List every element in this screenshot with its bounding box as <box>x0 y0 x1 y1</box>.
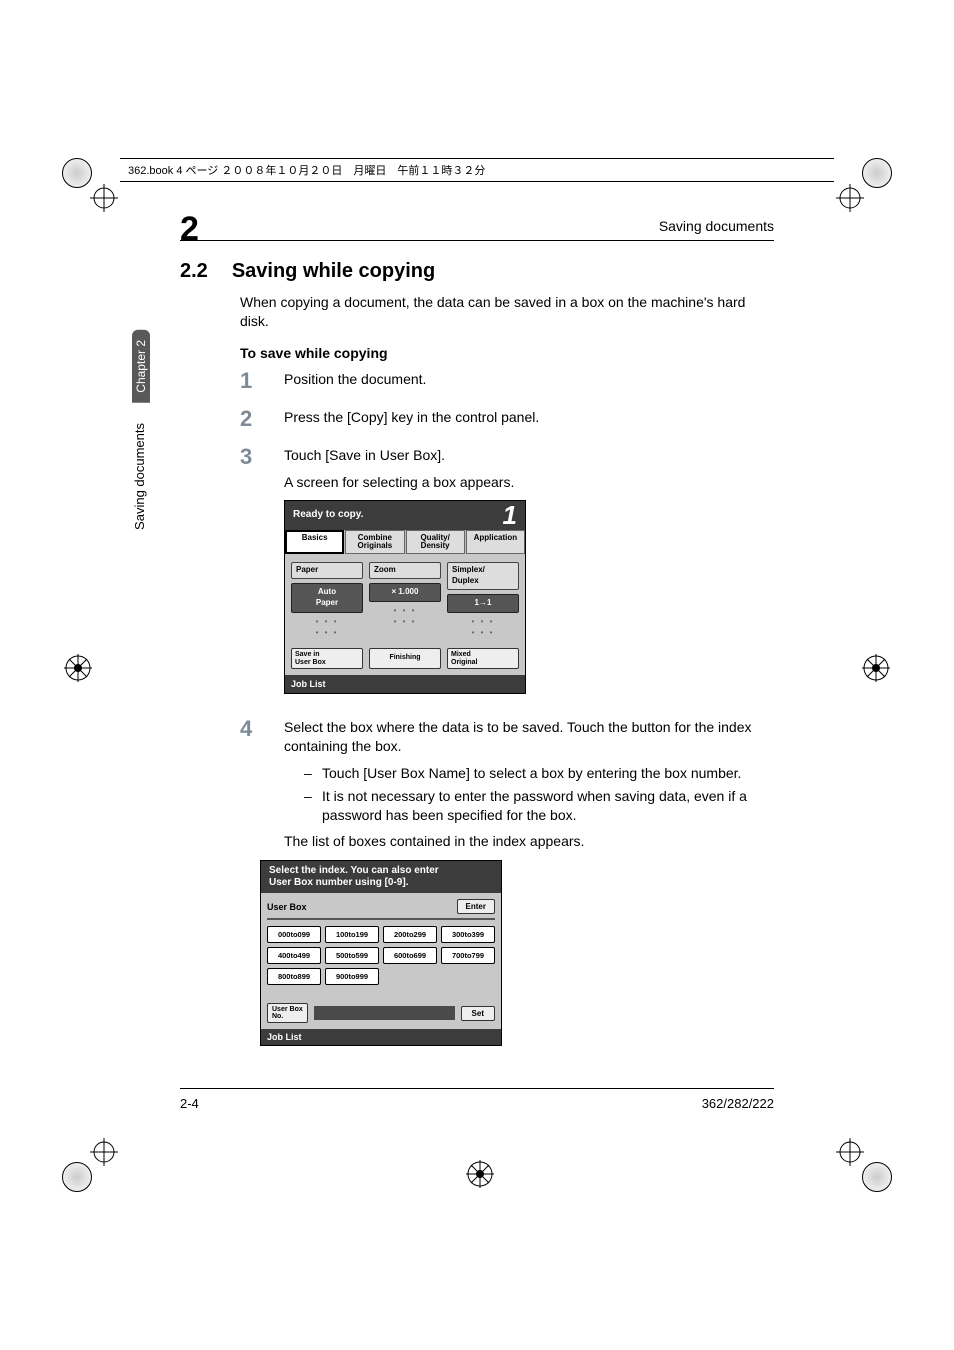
panel-title-text: Ready to copy. <box>293 508 363 522</box>
index-600to699[interactable]: 600to699 <box>383 947 437 964</box>
crop-circle-bl <box>62 1162 92 1192</box>
step-text: Press the [Copy] key in the control pane… <box>284 408 774 430</box>
panel-count: 1 <box>503 505 517 526</box>
label-line1: Mixed <box>451 651 471 658</box>
tab-quality-density[interactable]: Quality/Density <box>406 530 465 555</box>
label-line2: Original <box>451 659 477 666</box>
index-000to099[interactable]: 000to099 <box>267 926 321 943</box>
step-number: 4 <box>240 718 260 851</box>
step-text: Touch [Save in User Box]. <box>284 446 774 465</box>
chapter-tab: Chapter 2 <box>132 330 150 403</box>
label-line1: User Box <box>272 1006 303 1013</box>
divider <box>180 240 774 241</box>
tab-line2: Originals <box>358 541 393 550</box>
page-number: 2-4 <box>180 1096 199 1111</box>
crop-circle-br <box>862 1162 892 1192</box>
set-button[interactable]: Set <box>461 1006 495 1021</box>
label-line1: Simplex/ <box>452 565 485 574</box>
step-3: 3 Touch [Save in User Box]. A screen for… <box>240 446 774 694</box>
zoom-value-button[interactable]: × 1.000 <box>369 583 441 602</box>
step-number: 2 <box>240 408 260 430</box>
chapter-number: 2 <box>180 210 199 249</box>
label-line2: Duplex <box>452 576 479 585</box>
reg-mark-tr <box>836 184 864 212</box>
enter-button[interactable]: Enter <box>457 899 495 914</box>
crop-circle-tr <box>862 158 892 188</box>
duplex-value-button[interactable]: 1→1 <box>447 594 519 613</box>
tab-application[interactable]: Application <box>466 530 525 555</box>
section-number: 2.2 <box>180 260 208 283</box>
bullet-item: Touch [User Box Name] to select a box by… <box>304 764 774 783</box>
bullet-item: It is not necessary to enter the passwor… <box>304 787 774 825</box>
panel2-title-line2: User Box number using [0-9]. <box>269 877 493 889</box>
copier-panel-ready: Ready to copy. 1 Basics CombineOriginals… <box>284 500 526 694</box>
index-900to999[interactable]: 900to999 <box>325 968 379 985</box>
step-4: 4 Select the box where the data is to be… <box>240 718 774 851</box>
dots-icon: • • •• • • <box>447 617 519 639</box>
dots-icon: • • •• • • <box>291 617 363 639</box>
reg-mark-left <box>58 648 98 688</box>
step-2: 2 Press the [Copy] key in the control pa… <box>240 408 774 430</box>
tab-combine-originals[interactable]: CombineOriginals <box>345 530 404 555</box>
label-line2: Paper <box>316 598 338 607</box>
label-line2: User Box <box>295 659 326 666</box>
label-line2: No. <box>272 1013 283 1020</box>
save-in-user-box-button[interactable]: Save inUser Box <box>291 648 363 669</box>
index-300to399[interactable]: 300to399 <box>441 926 495 943</box>
header-note-bar: 362.book 4 ページ ２００８年１０月２０日 月曜日 午前１１時３２分 <box>120 158 834 182</box>
crop-circle-tl <box>62 158 92 188</box>
subheading: To save while copying <box>240 345 388 361</box>
index-700to799[interactable]: 700to799 <box>441 947 495 964</box>
step-text: Position the document. <box>284 370 774 392</box>
reg-mark-tl <box>90 184 118 212</box>
user-box-index-panel: Select the index. You can also enter Use… <box>260 860 502 1046</box>
label-line1: Auto <box>318 587 336 596</box>
job-list-button[interactable]: Job List <box>285 675 525 693</box>
step-after-text: The list of boxes contained in the index… <box>284 832 774 851</box>
auto-paper-button[interactable]: Auto Paper <box>291 583 363 613</box>
user-box-label: User Box <box>267 902 307 912</box>
step-text: Select the box where the data is to be s… <box>284 718 774 756</box>
model-numbers: 362/282/222 <box>702 1096 774 1111</box>
step-number: 1 <box>240 370 260 392</box>
zoom-button[interactable]: Zoom <box>369 562 441 579</box>
reg-mark-bl <box>90 1138 118 1166</box>
tab-line2: Density <box>421 541 450 550</box>
reg-mark-br <box>836 1138 864 1166</box>
index-100to199[interactable]: 100to199 <box>325 926 379 943</box>
header-note-text: 362.book 4 ページ ２００８年１０月２０日 月曜日 午前１１時３２分 <box>128 162 485 178</box>
breadcrumb: Saving documents <box>659 218 774 234</box>
sidebar: Chapter 2 Saving documents <box>132 330 152 570</box>
reg-mark-right <box>856 648 896 688</box>
job-list-button[interactable]: Job List <box>261 1029 501 1045</box>
dots-icon: • • •• • • <box>369 606 441 628</box>
simplex-duplex-button[interactable]: Simplex/Duplex <box>447 562 519 590</box>
reg-mark-bottom <box>460 1154 500 1194</box>
index-800to899[interactable]: 800to899 <box>267 968 321 985</box>
panel2-title-line1: Select the index. You can also enter <box>269 865 493 877</box>
tab-basics[interactable]: Basics <box>285 530 344 555</box>
sidebar-label: Saving documents <box>132 423 147 530</box>
footer-divider <box>180 1088 774 1089</box>
index-400to499[interactable]: 400to499 <box>267 947 321 964</box>
paper-button[interactable]: Paper <box>291 562 363 579</box>
step-subtext: A screen for selecting a box appears. <box>284 473 774 492</box>
label-line1: Save in <box>295 651 320 658</box>
section-title: Saving while copying <box>232 260 435 283</box>
mixed-original-button[interactable]: MixedOriginal <box>447 648 519 669</box>
index-200to299[interactable]: 200to299 <box>383 926 437 943</box>
step-1: 1 Position the document. <box>240 370 774 392</box>
user-box-no-label: User BoxNo. <box>267 1003 308 1023</box>
index-500to599[interactable]: 500to599 <box>325 947 379 964</box>
intro-text: When copying a document, the data can be… <box>240 293 774 331</box>
step-number: 3 <box>240 446 260 694</box>
finishing-button[interactable]: Finishing <box>369 648 441 669</box>
user-box-no-input[interactable] <box>314 1006 455 1020</box>
